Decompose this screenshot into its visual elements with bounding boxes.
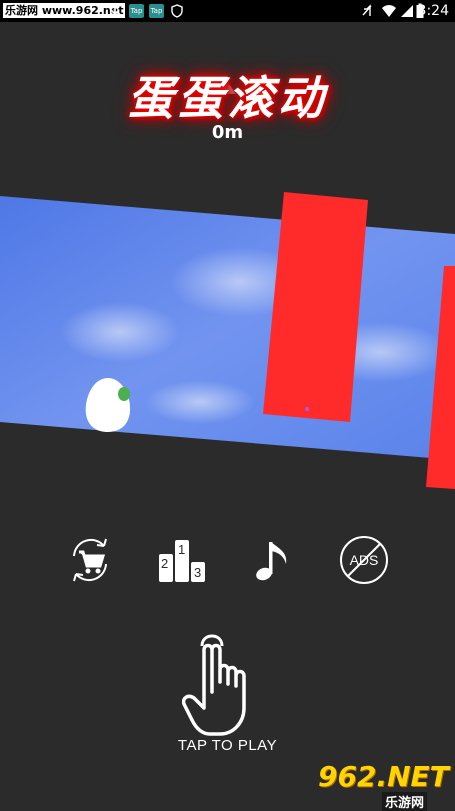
clock: 3:24	[417, 3, 449, 19]
tap-hand-icon[interactable]	[182, 630, 274, 738]
game-screen[interactable]: 蛋蛋滚动 0m 2 1 3 ADS TAP TO PLAY 962.NET 乐游…	[0, 22, 455, 811]
rank-3-label: 3	[194, 565, 202, 580]
mute-icon	[362, 4, 372, 16]
shield-icon	[171, 4, 183, 18]
game-title: 蛋蛋滚动	[127, 71, 328, 125]
tap-app-icon: Tap	[129, 4, 144, 18]
tap-to-play-label[interactable]: TAP TO PLAY	[0, 737, 455, 754]
status-bar: 乐游网 www.962.net Tap Tap 3:24	[0, 0, 455, 22]
no-ads-label: ADS	[349, 552, 379, 568]
leaderboard-icon[interactable]: 2 1 3	[156, 534, 208, 586]
rank-1-label: 1	[178, 542, 186, 557]
distance-counter: 0m	[211, 122, 244, 143]
site-watermark: 962.NET 乐游网	[318, 760, 453, 811]
watermark-logo: 962.NET	[318, 760, 449, 793]
wifi-icon	[382, 5, 396, 17]
signal-icon	[401, 5, 413, 17]
shop-icon[interactable]	[64, 534, 116, 586]
no-ads-icon[interactable]: ADS	[338, 534, 390, 586]
watermark-sub: 乐游网	[382, 792, 428, 811]
music-icon[interactable]	[248, 534, 300, 586]
download-icon	[110, 5, 120, 18]
tap-app-icon: Tap	[149, 4, 164, 18]
rank-2-label: 2	[161, 556, 169, 571]
